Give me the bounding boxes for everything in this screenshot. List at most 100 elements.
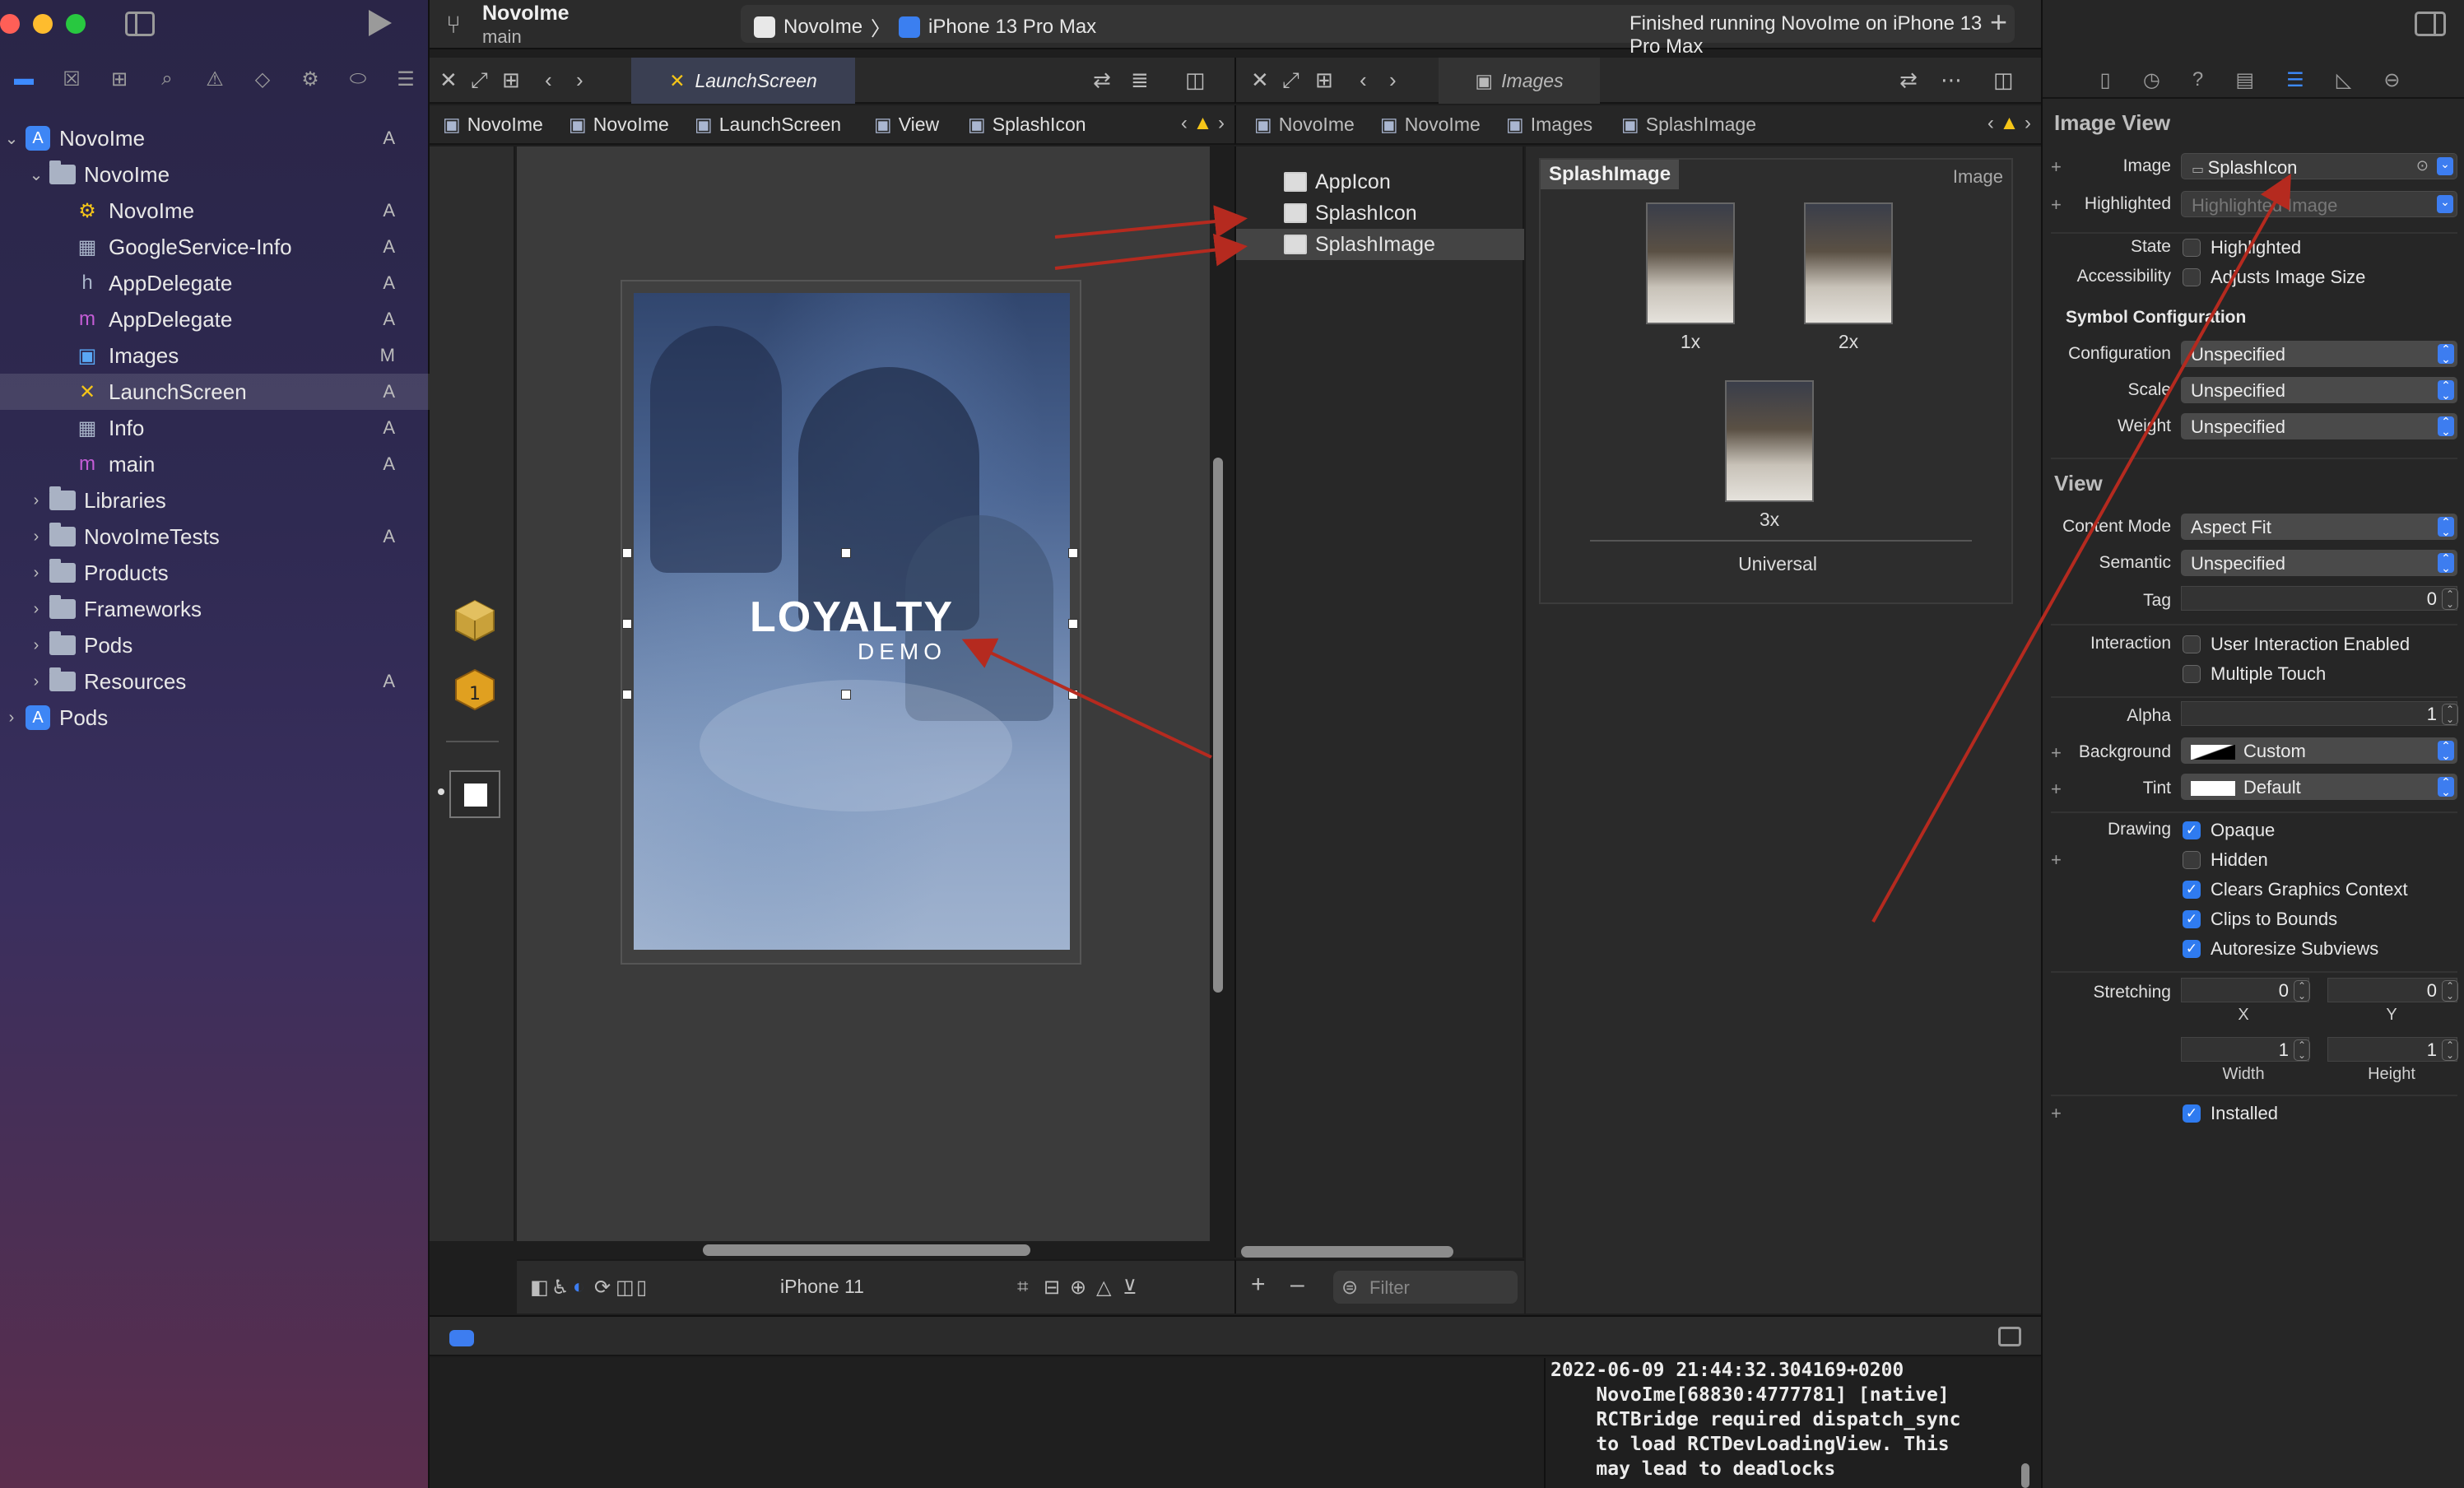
embed-in-icon[interactable]: ⊻ bbox=[1123, 1276, 1137, 1300]
image-combo[interactable]: ▭ SplashIcon ⊙ ⌄ bbox=[2181, 153, 2457, 179]
stepper-icon[interactable]: ⌃ ⌄ bbox=[2442, 704, 2458, 725]
tab-images[interactable]: ▣ Images bbox=[1439, 58, 1600, 104]
inspector-toggle-icon[interactable] bbox=[2415, 12, 2446, 36]
stretch-x-field[interactable]: 0 ⌃ ⌄ bbox=[2181, 978, 2310, 1002]
jump-bar-item[interactable]: ▣ Images bbox=[1506, 114, 1592, 136]
clears-context-checkbox[interactable]: ✓ Clears Graphics Context bbox=[2183, 879, 2408, 900]
tint-popup[interactable]: Default ⌃ ⌄ bbox=[2181, 774, 2457, 800]
file-tree-row[interactable]: › Libraries bbox=[0, 482, 430, 518]
folder-navigator-icon[interactable]: ▬ bbox=[12, 67, 36, 91]
split-editor-icon[interactable]: ◫ bbox=[1185, 67, 1206, 93]
view-controller-cube-icon[interactable] bbox=[453, 598, 497, 642]
add-library-icon[interactable]: + bbox=[1990, 5, 2007, 40]
stepper-icon[interactable]: ⌃ ⌄ bbox=[2442, 588, 2458, 610]
console-toggle-icon[interactable] bbox=[1998, 1327, 2021, 1346]
forward-chevron-icon[interactable]: › bbox=[1389, 67, 1397, 93]
add-variation-icon[interactable]: + bbox=[2051, 849, 2062, 871]
run-play-icon[interactable] bbox=[369, 10, 392, 36]
file-tree-row[interactable]: › Resources A bbox=[0, 663, 430, 700]
jump-bar-item[interactable]: ▣ NovoIme bbox=[1380, 114, 1481, 136]
test-navigator-icon[interactable]: ◇ bbox=[250, 67, 275, 91]
jump-bar-item[interactable]: ▣ NovoIme bbox=[1254, 114, 1355, 136]
align-icon[interactable]: ⊟ bbox=[1044, 1276, 1060, 1300]
back-chevron-icon[interactable]: ‹ bbox=[1360, 67, 1367, 93]
chevron-down-icon[interactable]: ⌄ bbox=[2437, 157, 2453, 175]
scheme-selector[interactable]: NovoIme 〉 iPhone 13 Pro Max bbox=[754, 12, 1096, 41]
autoresize-checkbox[interactable]: ✓ Autoresize Subviews bbox=[2183, 938, 2378, 960]
zoom-window-button[interactable] bbox=[66, 14, 86, 34]
file-tree-row[interactable]: › Frameworks bbox=[0, 591, 430, 627]
jump-bar-item[interactable]: ▣ SplashImage bbox=[1621, 114, 1756, 136]
chevron-right-icon[interactable]: › bbox=[28, 528, 44, 546]
split-editor-icon[interactable]: ◫ bbox=[1993, 67, 2014, 93]
asset-item-splashicon[interactable]: SplashIcon bbox=[1236, 198, 1524, 229]
swap-icon[interactable]: ⇄ bbox=[1093, 67, 1111, 93]
breakpoint-navigator-icon[interactable]: ⬭ bbox=[346, 67, 370, 91]
attributes-inspector-icon[interactable]: ☰ bbox=[2286, 68, 2304, 92]
asset-filter-field[interactable]: ⊜ Filter bbox=[1333, 1271, 1518, 1304]
device-config-label[interactable]: iPhone 11 bbox=[780, 1276, 864, 1298]
asset-item-splashimage[interactable]: SplashImage bbox=[1236, 229, 1524, 260]
background-popup[interactable]: Custom ⌃ ⌄ bbox=[2181, 737, 2457, 764]
semantic-popup[interactable]: Unspecified ⌃ ⌄ bbox=[2181, 550, 2457, 576]
tag-field[interactable]: 0 ⌃ ⌄ bbox=[2181, 586, 2458, 611]
alpha-field[interactable]: 1 ⌃ ⌄ bbox=[2181, 701, 2458, 726]
jump-bar-nav[interactable]: ‹ ▲ › bbox=[1987, 112, 2031, 135]
accessibility-icon[interactable]: ♿ bbox=[551, 1276, 570, 1300]
resize-handle[interactable] bbox=[841, 548, 851, 558]
add-variation-icon[interactable]: + bbox=[2051, 1103, 2062, 1124]
close-editor-icon[interactable]: ✕ bbox=[439, 67, 458, 93]
splash-background-image[interactable]: LOYALTY DEMO bbox=[634, 293, 1070, 950]
file-tree-row[interactable]: ▦ GoogleService-Info A bbox=[0, 229, 430, 265]
tab-launchscreen[interactable]: ✕ LaunchScreen bbox=[631, 58, 855, 104]
connections-inspector-icon[interactable]: ⊖ bbox=[2383, 68, 2400, 92]
editor-options-icon[interactable]: ≣ bbox=[1131, 67, 1149, 93]
configuration-popup[interactable]: Unspecified ⌃ ⌄ bbox=[2181, 341, 2457, 367]
close-editor-icon[interactable]: ✕ bbox=[1251, 67, 1269, 93]
add-variation-icon[interactable]: + bbox=[2051, 156, 2062, 178]
related-items-icon[interactable]: ⊞ bbox=[1315, 67, 1333, 93]
file-tree-row[interactable]: › Products bbox=[0, 555, 430, 591]
resize-handle[interactable] bbox=[622, 548, 632, 558]
view-scene-icon[interactable] bbox=[449, 770, 500, 818]
toolbar-branch-name[interactable]: main bbox=[482, 26, 522, 48]
opaque-checkbox[interactable]: ✓ Opaque bbox=[2183, 820, 2275, 841]
jump-bar-nav[interactable]: ‹ ▲ › bbox=[1181, 112, 1225, 135]
file-tree-row[interactable]: ✕ LaunchScreen A bbox=[0, 374, 430, 410]
image-slot-3x[interactable] bbox=[1725, 380, 1814, 502]
back-chevron-icon[interactable]: ‹ bbox=[545, 67, 552, 93]
clips-to-bounds-checkbox[interactable]: ✓ Clips to Bounds bbox=[2183, 909, 2337, 930]
stretch-y-field[interactable]: 0 ⌃ ⌄ bbox=[2327, 978, 2458, 1002]
device-icon[interactable]: ▯ bbox=[636, 1276, 647, 1300]
hide-debug-area-icon[interactable] bbox=[449, 1330, 474, 1346]
split-view-icon[interactable]: ◫ bbox=[616, 1276, 635, 1300]
run-destination[interactable]: iPhone 13 Pro Max bbox=[928, 16, 1096, 39]
file-tree-row[interactable]: › A Pods bbox=[0, 700, 430, 736]
jump-bar-item[interactable]: ▣ SplashIcon bbox=[968, 114, 1086, 136]
expand-editor-icon[interactable]: ⤢ bbox=[1282, 67, 1299, 94]
chevron-right-icon[interactable]: › bbox=[28, 600, 44, 619]
weight-popup[interactable]: Unspecified ⌃ ⌄ bbox=[2181, 413, 2457, 439]
report-navigator-icon[interactable]: ☰ bbox=[393, 67, 418, 91]
add-variation-icon[interactable]: + bbox=[2051, 742, 2062, 764]
related-items-icon[interactable]: ⊞ bbox=[502, 67, 520, 93]
stepper-icon[interactable]: ⌃ ⌄ bbox=[2442, 980, 2458, 1002]
file-tree-row[interactable]: › NovoImeTests A bbox=[0, 518, 430, 555]
editor-options-icon[interactable]: ⋯ bbox=[1941, 67, 1962, 93]
resize-handle[interactable] bbox=[622, 690, 632, 700]
identity-inspector-icon[interactable]: ▤ bbox=[2235, 68, 2254, 92]
multiple-touch-checkbox[interactable]: Multiple Touch bbox=[2183, 663, 2326, 685]
jump-bar-item[interactable]: ▣ LaunchScreen bbox=[695, 114, 841, 136]
orientation-icon[interactable]: ⟳ bbox=[594, 1276, 611, 1300]
canvas-horizontal-scrollbar[interactable] bbox=[703, 1244, 1030, 1256]
close-window-button[interactable] bbox=[0, 14, 20, 34]
add-variation-icon[interactable]: + bbox=[2051, 194, 2062, 216]
chevron-down-icon[interactable]: ⌄ bbox=[3, 128, 20, 149]
sidebar-toggle-icon[interactable] bbox=[125, 12, 155, 36]
resize-handle[interactable] bbox=[622, 619, 632, 629]
file-tree-row[interactable]: ▦ Info A bbox=[0, 410, 430, 446]
file-tree-row[interactable]: h AppDelegate A bbox=[0, 265, 430, 301]
file-tree-row[interactable]: ⌄ A NovoIme A bbox=[0, 120, 430, 156]
stretch-width-field[interactable]: 1 ⌃ ⌄ bbox=[2181, 1037, 2310, 1062]
chevron-right-icon[interactable]: › bbox=[28, 491, 44, 510]
